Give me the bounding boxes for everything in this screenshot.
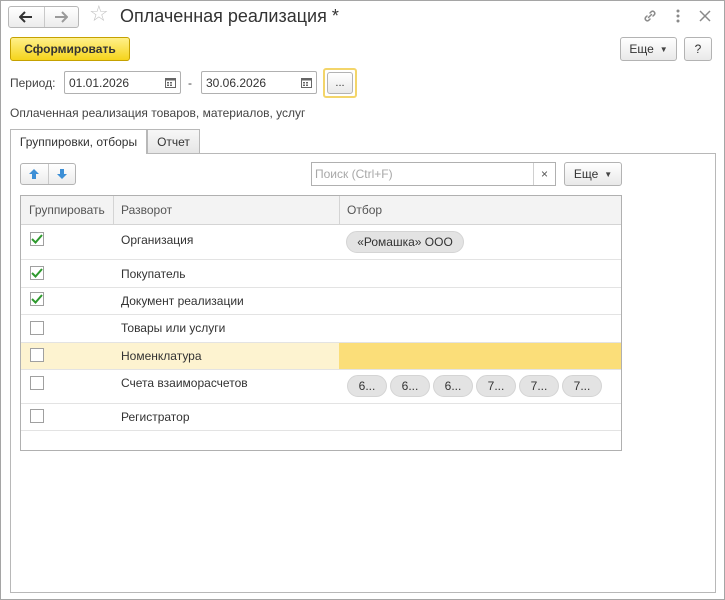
groupings-table: Группировать Разворот Отбор Организация …	[20, 195, 622, 451]
calendar-icon[interactable]	[160, 72, 180, 93]
generate-report-button[interactable]: Сформировать	[10, 37, 130, 61]
period-from-field[interactable]: 01.01.2026	[64, 71, 181, 94]
row-label: Покупатель	[121, 267, 186, 281]
group-checkbox[interactable]	[30, 292, 44, 306]
filter-chip[interactable]: 6...	[390, 375, 430, 397]
link-icon[interactable]	[641, 7, 659, 25]
search-field[interactable]: ×	[311, 162, 556, 186]
column-header-expand[interactable]: Разворот	[113, 196, 339, 224]
report-description: Оплаченная реализация товаров, материало…	[10, 106, 306, 120]
table-row[interactable]: Покупатель	[21, 260, 621, 288]
checkmark-icon	[31, 234, 43, 244]
arrow-right-icon	[55, 11, 69, 23]
group-checkbox[interactable]	[30, 376, 44, 390]
move-up-button[interactable]	[21, 164, 48, 184]
table-row[interactable]: Регистратор	[21, 404, 621, 431]
window-title: Оплаченная реализация *	[120, 6, 339, 26]
move-buttons	[20, 163, 76, 185]
arrow-down-icon	[56, 169, 67, 179]
back-button[interactable]	[9, 7, 44, 27]
row-label: Документ реализации	[121, 294, 244, 308]
favorite-star-icon[interactable]: ☆	[89, 3, 109, 25]
choose-period-button[interactable]: ...	[327, 72, 353, 94]
panel-more-label: Еще	[573, 167, 599, 181]
tab-groupings-filters[interactable]: Группировки, отборы	[10, 129, 147, 154]
row-label: Номенклатура	[121, 349, 202, 363]
close-icon[interactable]	[696, 7, 714, 25]
table-row[interactable]: Счета взаиморасчетов 6... 6... 6... 7...…	[21, 370, 621, 404]
help-button[interactable]: ?	[684, 37, 712, 61]
dropdown-caret-icon: ▼	[604, 169, 613, 179]
tab-report[interactable]: Отчет	[147, 129, 200, 153]
checkmark-icon	[31, 268, 43, 278]
arrow-up-icon	[29, 169, 40, 179]
row-label: Счета взаиморасчетов	[121, 376, 248, 390]
panel-more-button[interactable]: Еще ▼	[564, 162, 622, 186]
filter-chip[interactable]: 7...	[519, 375, 559, 397]
move-down-button[interactable]	[47, 164, 76, 184]
filter-chip[interactable]: «Ромашка» ООО	[346, 231, 464, 253]
forward-button[interactable]	[43, 7, 79, 27]
table-row[interactable]: Документ реализации	[21, 288, 621, 315]
more-button[interactable]: Еще ▼	[620, 37, 677, 61]
column-header-filter[interactable]: Отбор	[339, 196, 621, 224]
report-window: ☆ Оплаченная реализация * Сформировать Е…	[0, 0, 725, 600]
group-checkbox[interactable]	[30, 348, 44, 362]
filter-chip[interactable]: 6...	[433, 375, 473, 397]
filter-chip[interactable]: 6...	[347, 375, 387, 397]
row-label: Товары или услуги	[121, 321, 226, 335]
filter-chip[interactable]: 7...	[476, 375, 516, 397]
table-row-selected[interactable]: Номенклатура	[21, 343, 621, 370]
period-to-value: 30.06.2026	[206, 75, 267, 90]
more-button-label: Еще	[629, 42, 654, 56]
group-checkbox[interactable]	[30, 321, 44, 335]
selected-filter-cell[interactable]	[339, 343, 621, 369]
group-checkbox[interactable]	[30, 232, 44, 246]
navigation-buttons	[8, 6, 79, 28]
filter-chip[interactable]: 7...	[562, 375, 602, 397]
dropdown-caret-icon: ▼	[659, 44, 668, 54]
table-row[interactable]: Организация «Ромашка» ООО	[21, 225, 621, 260]
arrow-left-icon	[19, 11, 33, 23]
table-header: Группировать Разворот Отбор	[21, 196, 621, 225]
period-label: Период:	[10, 76, 56, 90]
choose-period-focus: ...	[323, 68, 357, 98]
more-options-icon[interactable]	[669, 7, 687, 25]
clear-search-button[interactable]: ×	[533, 163, 555, 185]
column-header-group[interactable]: Группировать	[21, 196, 113, 224]
period-separator: -	[188, 76, 192, 90]
period-from-value: 01.01.2026	[69, 75, 130, 90]
table-row[interactable]: Товары или услуги	[21, 315, 621, 343]
row-label: Регистратор	[121, 410, 190, 424]
calendar-icon[interactable]	[296, 72, 316, 93]
group-checkbox[interactable]	[30, 266, 44, 280]
period-to-field[interactable]: 30.06.2026	[201, 71, 317, 94]
row-label: Организация	[121, 233, 194, 247]
search-input[interactable]	[312, 163, 533, 185]
group-checkbox[interactable]	[30, 409, 44, 423]
checkmark-icon	[31, 294, 43, 304]
